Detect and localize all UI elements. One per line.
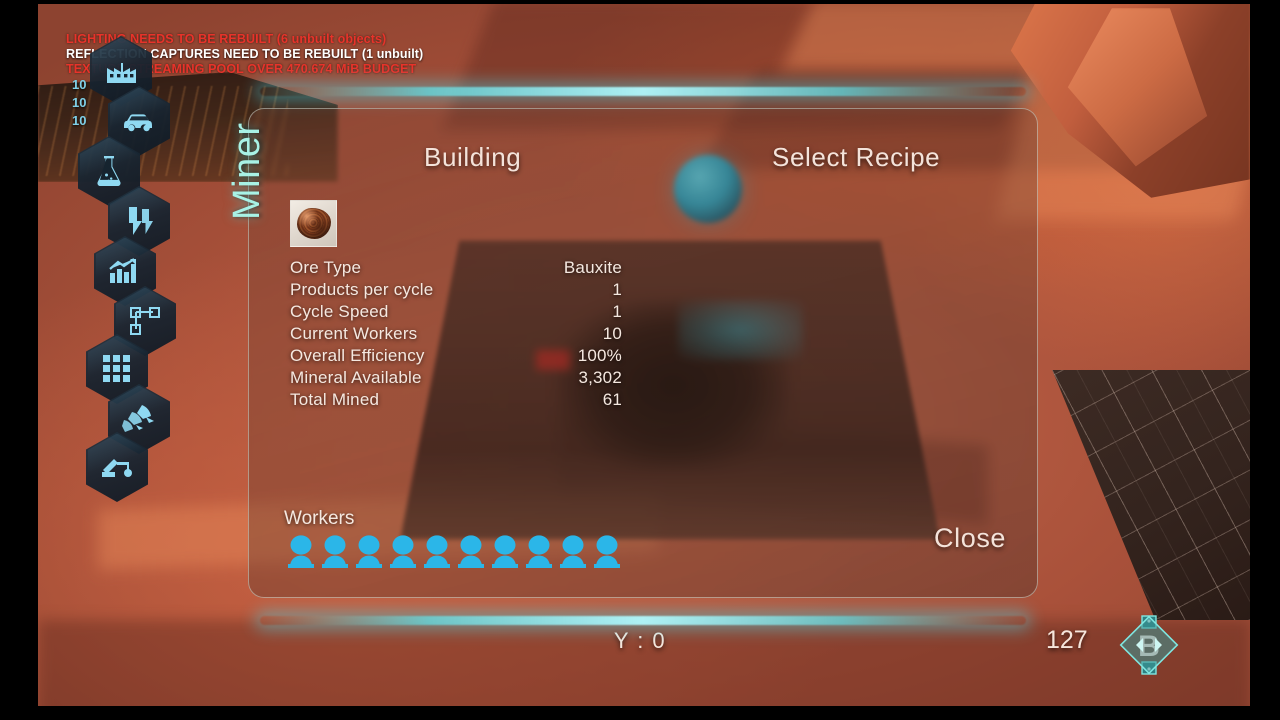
worker-person-icon <box>390 535 416 568</box>
stat-row-cycle-speed: Cycle Speed 1 <box>290 302 622 324</box>
worker-icon[interactable] <box>490 534 520 568</box>
panel-glow-bar-top <box>260 87 1026 96</box>
worker-icon[interactable] <box>456 534 486 568</box>
chart-icon <box>109 258 136 283</box>
flask-icon <box>97 156 121 186</box>
worker-person-icon <box>356 535 382 568</box>
crane-icon <box>102 459 132 477</box>
letterbox-top <box>0 0 1280 4</box>
ore-rock-shape <box>296 208 331 239</box>
worker-person-icon <box>526 535 552 568</box>
stat-value: 10 <box>602 324 622 343</box>
stat-label: Overall Efficiency <box>290 346 425 365</box>
worker-icon[interactable] <box>354 534 384 568</box>
stat-row-current-workers: Current Workers 10 <box>290 324 622 346</box>
grid-icon <box>103 355 130 382</box>
stat-row-mineral-available: Mineral Available 3,302 <box>290 368 622 390</box>
bauxite-ore-icon <box>290 200 337 247</box>
compass-diamond-icon[interactable]: B <box>1116 612 1182 678</box>
header-building-label: Building <box>424 142 522 172</box>
resource-counter-value: 10 <box>72 95 87 110</box>
worker-icon[interactable] <box>422 534 452 568</box>
stat-value: 100% <box>577 346 622 365</box>
building-info-panel: Miner Building Select Recipe Ore Type Ba… <box>226 87 1038 625</box>
worker-icon[interactable] <box>592 534 622 568</box>
worker-icon[interactable] <box>286 534 316 568</box>
resource-counters: 10 10 10 <box>72 78 86 127</box>
workers-section-label: Workers <box>284 508 355 529</box>
stat-value: 61 <box>602 390 622 409</box>
workers-list <box>286 534 622 568</box>
worker-person-icon <box>492 535 518 568</box>
compass-icon: B <box>1119 615 1179 675</box>
grid-platform <box>1052 370 1250 620</box>
panel-glow-bar-bottom <box>260 616 1026 625</box>
game-screen: LIGHTING NEEDS TO BE REBUILT (6 unbuilt … <box>0 0 1280 720</box>
worker-icon[interactable] <box>320 534 350 568</box>
worker-icon[interactable] <box>388 534 418 568</box>
factory-icon <box>107 63 136 83</box>
stat-value: Bauxite <box>563 258 622 277</box>
worker-person-icon <box>560 535 586 568</box>
stat-label: Ore Type <box>290 258 362 277</box>
stat-label: Mineral Available <box>290 368 422 387</box>
stat-label: Products per cycle <box>290 280 434 299</box>
stat-label: Cycle Speed <box>290 302 389 321</box>
stat-row-products-per-cycle: Products per cycle 1 <box>290 280 622 302</box>
stat-value: 1 <box>612 280 622 299</box>
worker-person-icon <box>424 535 450 568</box>
select-recipe-button[interactable]: Select Recipe <box>772 142 940 173</box>
stat-row-ore-type: Ore Type Bauxite <box>290 258 622 280</box>
letterbox-right <box>1250 0 1280 720</box>
stat-row-total-mined: Total Mined 61 <box>290 390 622 412</box>
credits-counter: 127 <box>1046 626 1088 654</box>
coordinate-readout: Y : 0 <box>613 628 667 653</box>
stat-row-overall-efficiency: Overall Efficiency 100% <box>290 346 622 368</box>
network-icon <box>130 307 160 335</box>
stat-value: 1 <box>612 302 622 321</box>
stat-value: 3,302 <box>578 368 622 387</box>
worker-person-icon <box>288 535 314 568</box>
building-name-label: Miner <box>226 122 268 220</box>
building-stats-table: Ore Type Bauxite Products per cycle 1 Cy… <box>290 258 622 412</box>
vehicle-icon <box>124 114 152 132</box>
worker-person-icon <box>458 535 484 568</box>
worker-icon[interactable] <box>524 534 554 568</box>
stat-label: Current Workers <box>290 324 418 343</box>
close-button[interactable]: Close <box>934 523 1006 554</box>
letterbox-bottom <box>0 706 1280 720</box>
rocket-icon <box>122 405 154 432</box>
stat-label: Total Mined <box>290 390 380 409</box>
resource-counter-value: 10 <box>72 113 87 128</box>
power-icon <box>129 207 153 235</box>
worker-person-icon <box>322 535 348 568</box>
resource-counter-value: 10 <box>72 77 87 92</box>
worker-icon[interactable] <box>558 534 588 568</box>
worker-person-icon <box>594 535 620 568</box>
letterbox-left <box>0 0 38 720</box>
